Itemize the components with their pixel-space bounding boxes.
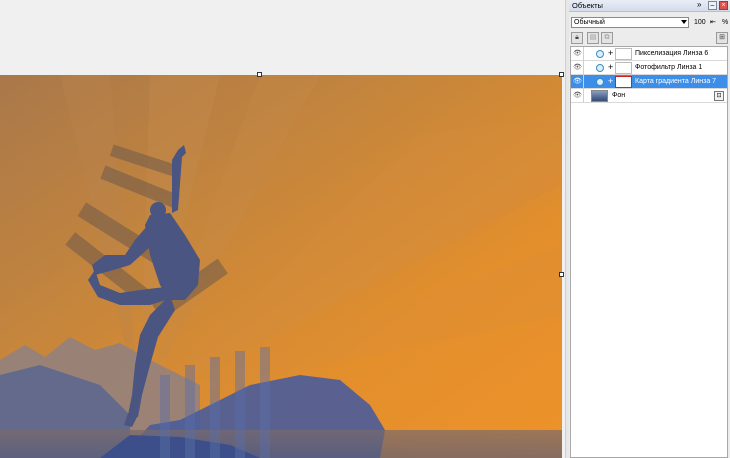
link-icon[interactable]: + (608, 48, 613, 59)
layer-row-selected[interactable]: 👁︎ + Карта градиента Линза 7 (571, 75, 727, 89)
layers-list: 👁︎ + Пикселизация Линза 6 👁︎ + Фотофильт… (570, 46, 728, 458)
layer-name: Фотофильтр Линза 1 (635, 64, 703, 71)
layer-name: Пикселизация Линза 6 (635, 50, 709, 57)
layer-toolbar: 🔒︎ ▤ ⧉ ⊞ (571, 32, 728, 44)
column-separator (583, 47, 584, 61)
blend-mode-select[interactable]: Обычный (571, 17, 689, 28)
selection-handle-right[interactable] (559, 272, 564, 277)
column-separator (583, 75, 584, 89)
link-icon[interactable]: + (608, 76, 613, 87)
document-canvas[interactable] (0, 75, 562, 458)
opacity-percent-label: % (722, 19, 729, 26)
layer-name: Карта градиента Линза 7 (635, 78, 717, 85)
panel-titlebar: Объекты » – × (569, 0, 730, 12)
eye-icon[interactable]: 👁︎ (573, 92, 582, 99)
selection-handle-top-right[interactable] (559, 72, 564, 77)
selection-handle-top[interactable] (257, 72, 262, 77)
document-workspace (0, 0, 565, 458)
layer-row-background[interactable]: 👁︎ Фон ⊡ (571, 89, 727, 103)
layer-row[interactable]: 👁︎ + Фотофильтр Линза 1 (571, 61, 727, 75)
eye-icon[interactable]: 👁︎ (573, 50, 582, 57)
panel-title: Объекты (572, 1, 603, 10)
column-separator (583, 61, 584, 75)
duplicate-layer-icon[interactable]: ⧉ (601, 32, 613, 44)
expand-icon[interactable]: » (697, 0, 701, 9)
canvas-image (0, 75, 562, 458)
chevron-down-icon (681, 20, 687, 24)
eye-icon[interactable]: 👁︎ (573, 78, 582, 85)
layer-mask-thumbnail[interactable] (615, 62, 632, 74)
layer-mask-thumbnail[interactable] (615, 48, 632, 60)
column-separator (583, 89, 584, 103)
locked-layer-icon: ⊡ (714, 91, 724, 101)
layer-options-icon[interactable]: ⊞ (716, 32, 728, 44)
layer-name: Фон (612, 92, 626, 99)
close-button[interactable]: × (719, 1, 728, 10)
group-layer-icon[interactable]: ▤ (587, 32, 599, 44)
link-icon[interactable]: + (608, 62, 613, 73)
opacity-slider-icon[interactable]: ⇤ (710, 17, 716, 28)
lens-icon (596, 50, 604, 58)
minimize-button[interactable]: – (708, 1, 717, 10)
blend-controls: Обычный 100 ⇤ % (571, 17, 728, 28)
layer-mask-thumbnail[interactable] (615, 76, 632, 88)
lens-icon (596, 78, 604, 86)
eye-icon[interactable]: 👁︎ (573, 64, 582, 71)
lock-layer-icon[interactable]: 🔒︎ (571, 32, 583, 44)
opacity-value[interactable]: 100 (694, 17, 706, 28)
blend-mode-value: Обычный (574, 19, 605, 26)
layer-row[interactable]: 👁︎ + Пикселизация Линза 6 (571, 47, 727, 61)
layer-thumbnail (591, 90, 608, 102)
lens-icon (596, 64, 604, 72)
objects-panel: Объекты » – × Обычный 100 ⇤ % 🔒︎ ▤ ⧉ ⊞ 👁… (569, 0, 730, 458)
